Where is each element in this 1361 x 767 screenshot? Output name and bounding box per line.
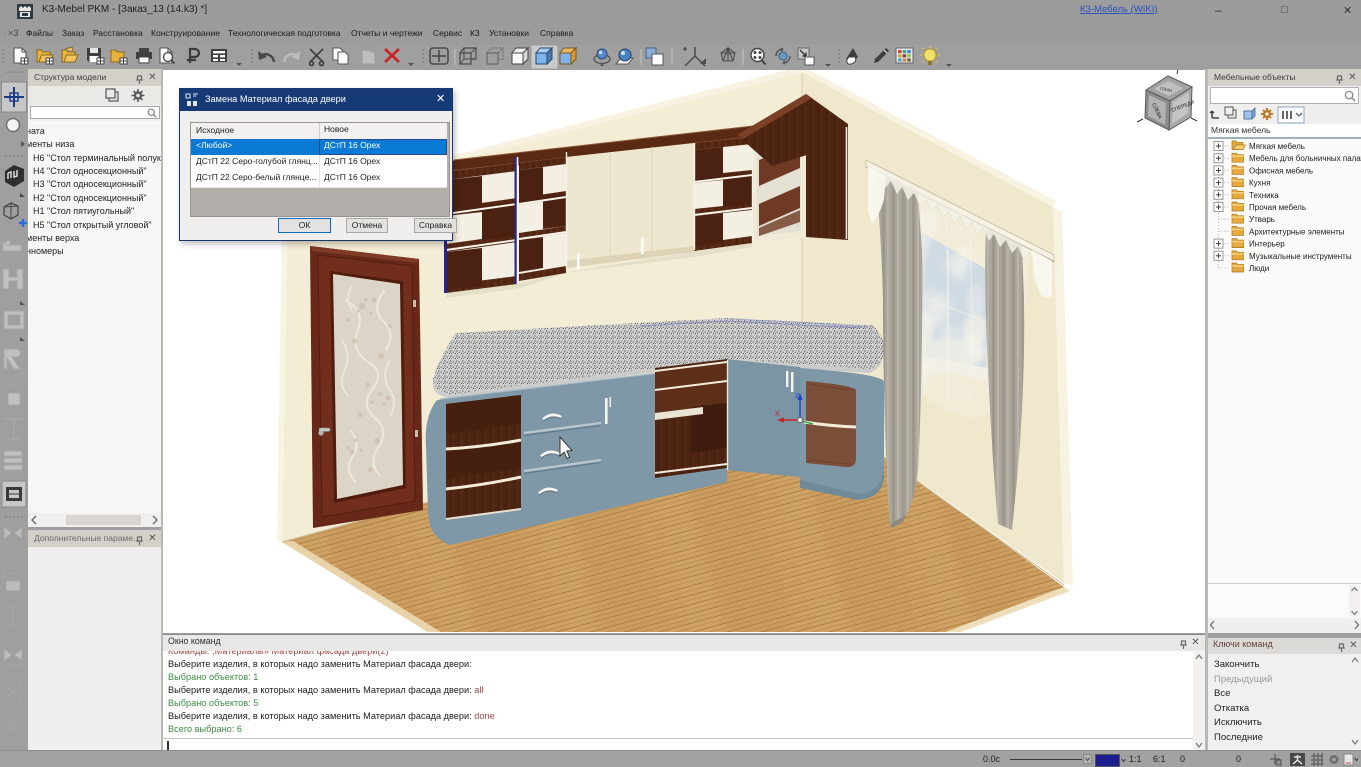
svg-text:Мягкая мебель: Мягкая мебель xyxy=(1249,142,1305,151)
svg-text:Z: Z xyxy=(795,393,800,400)
svg-text:Мебель для больничных палат: Мебель для больничных палат xyxy=(1249,154,1361,163)
svg-text:X: X xyxy=(775,411,780,418)
svg-text:Интерьер: Интерьер xyxy=(1249,240,1285,249)
svg-text:Кухня: Кухня xyxy=(1249,179,1270,188)
svg-text:Техника: Техника xyxy=(1249,191,1279,200)
svg-text:Утварь: Утварь xyxy=(1249,215,1275,224)
svg-text:Офисная мебель: Офисная мебель xyxy=(1249,166,1313,175)
svg-text:Прочая мебель: Прочая мебель xyxy=(1249,203,1306,212)
svg-text:Архитектурные элементы: Архитектурные элементы xyxy=(1249,227,1345,236)
svg-text:Люди: Люди xyxy=(1249,264,1269,273)
svg-text:Музыкальные инструменты: Музыкальные инструменты xyxy=(1249,252,1352,261)
